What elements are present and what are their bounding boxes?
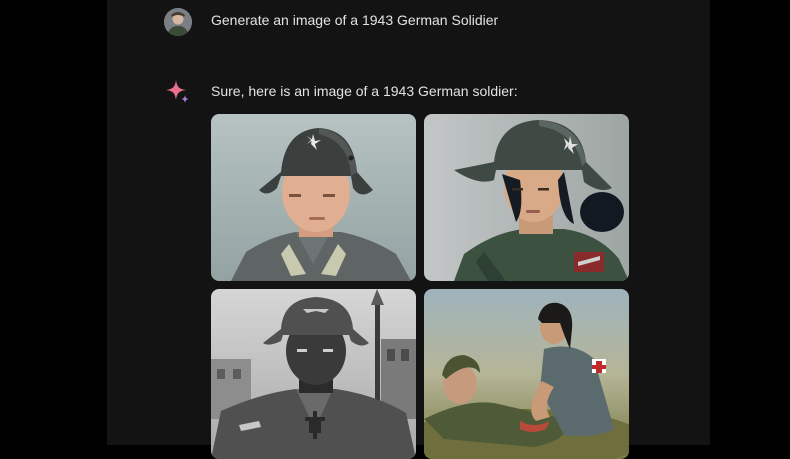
generated-image-2[interactable] (424, 114, 629, 281)
user-prompt-text: Generate an image of a 1943 German Solid… (211, 12, 499, 28)
generated-image-4[interactable] (424, 289, 629, 459)
user-avatar[interactable] (164, 8, 192, 36)
sparkle-icon (164, 78, 192, 106)
assistant-reply-text: Sure, here is an image of a 1943 German … (211, 83, 518, 99)
generated-image-1[interactable] (211, 114, 416, 281)
generated-image-3[interactable] (211, 289, 416, 459)
